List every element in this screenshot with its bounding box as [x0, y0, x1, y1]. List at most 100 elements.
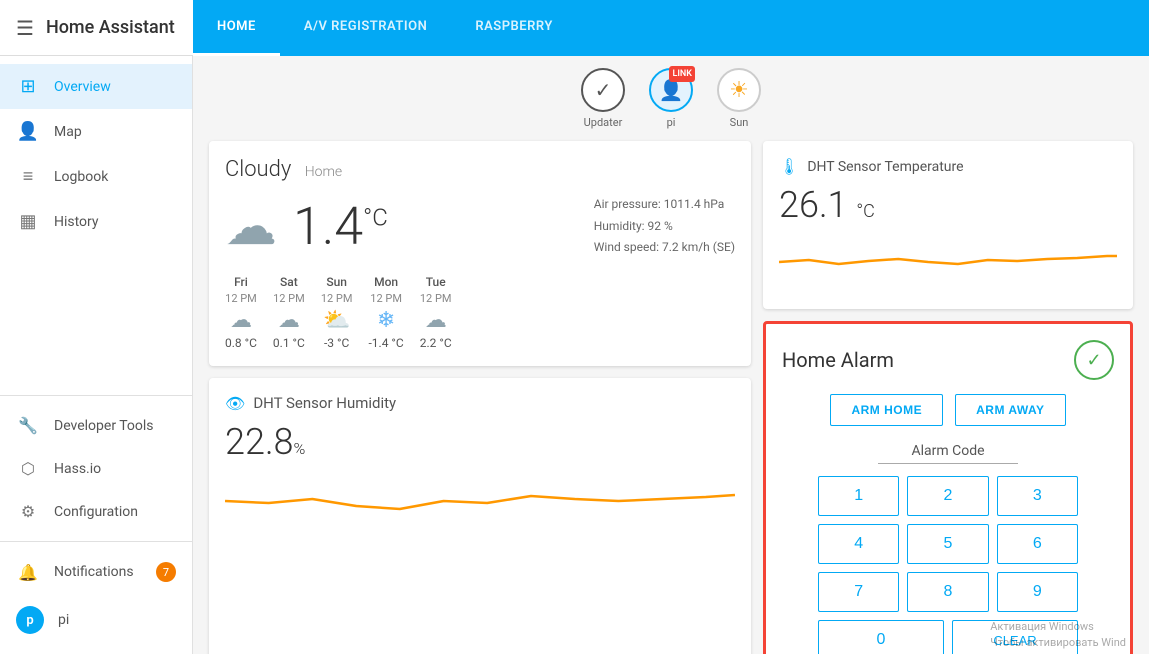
tab-home[interactable]: HOME [193, 0, 280, 56]
forecast-time-fri: 12 PM [225, 292, 257, 305]
key-8[interactable]: 8 [907, 572, 988, 612]
updater-icon-circle[interactable]: ✓ [581, 68, 625, 112]
key-clear[interactable]: CLEAR [952, 620, 1078, 654]
wind-speed: Wind speed: 7.2 km/h (SE) [594, 237, 735, 259]
status-icons-row: ✓ Updater 👤 LINK pi ☀ Sun [209, 68, 1133, 129]
history-label: History [54, 214, 99, 230]
key-9[interactable]: 9 [997, 572, 1078, 612]
arm-away-button[interactable]: ARM AWAY [955, 394, 1065, 426]
temp-val: 26.1 [779, 184, 848, 226]
key-0[interactable]: 0 [818, 620, 944, 654]
humidity-header: 👁 DHT Sensor Humidity [225, 394, 735, 413]
temp-unit: °C [363, 204, 388, 232]
key-7[interactable]: 7 [818, 572, 899, 612]
alarm-code-row: Alarm Code [782, 440, 1114, 464]
forecast-tue: Tue 12 PM ☁ 2.2 °C [420, 275, 452, 350]
forecast-day-tue: Tue [426, 275, 446, 289]
temperature-chart [779, 234, 1117, 289]
avatar: p [16, 606, 44, 634]
cloud-fri-icon: ☁ [230, 308, 252, 333]
overview-label: Overview [54, 79, 111, 95]
cloud-mon-icon: ❄ [377, 308, 395, 333]
weather-card: Cloudy Home ☁ 1.4°C Air pressure: 1011.4… [209, 141, 751, 366]
sidebar-item-notifications[interactable]: 🔔 Notifications 7 [0, 550, 192, 594]
sidebar: ⊞ Overview 👤 Map ≡ Logbook ▦ History 🔧 D… [0, 56, 193, 654]
logbook-label: Logbook [54, 169, 108, 185]
pi-label: pi [58, 612, 69, 628]
hass-io-label: Hass.io [54, 461, 101, 477]
forecast-day-sat: Sat [280, 275, 298, 289]
alarm-keypad-bottom: 0 CLEAR [818, 620, 1078, 654]
key-6[interactable]: 6 [997, 524, 1078, 564]
right-column: 🌡 DHT Sensor Temperature 26.1 °C Home Al… [763, 141, 1133, 654]
wrench-icon: 🔧 [16, 416, 40, 435]
forecast-time-sun: 12 PM [321, 292, 353, 305]
pi-icon-circle[interactable]: 👤 LINK [649, 68, 693, 112]
alarm-card: Home Alarm ✓ ARM HOME ARM AWAY Alarm Cod… [763, 321, 1133, 654]
weather-main-row: ☁ 1.4°C Air pressure: 1011.4 hPa Humidit… [225, 194, 735, 259]
pi-status-label: pi [667, 116, 676, 129]
hamburger-icon[interactable]: ☰ [16, 16, 34, 40]
forecast-time-tue: 12 PM [420, 292, 452, 305]
humidity-unit: % [294, 439, 306, 458]
forecast-day-sun: Sun [326, 275, 347, 289]
sidebar-nav: ⊞ Overview 👤 Map ≡ Logbook ▦ History [0, 56, 192, 395]
weather-location: Home [305, 164, 342, 180]
forecast-temp-sat: 0.1 °C [273, 336, 305, 350]
main-layout: ⊞ Overview 👤 Map ≡ Logbook ▦ History 🔧 D… [0, 56, 1149, 654]
sidebar-item-map[interactable]: 👤 Map [0, 109, 192, 154]
alarm-buttons-row: ARM HOME ARM AWAY [782, 394, 1114, 426]
tab-raspberry[interactable]: RASPBERRY [451, 0, 577, 56]
main-content: ✓ Updater 👤 LINK pi ☀ Sun [193, 56, 1149, 654]
sun-icon-circle[interactable]: ☀ [717, 68, 761, 112]
forecast-time-sat: 12 PM [273, 292, 305, 305]
temp-unit-label: °C [856, 201, 875, 222]
weather-condition: Cloudy [225, 157, 291, 182]
sidebar-item-pi[interactable]: p pi [0, 594, 192, 646]
sidebar-item-hass-io[interactable]: ⬡ Hass.io [0, 447, 192, 490]
cloud-sun-icon: ⛅ [323, 308, 350, 333]
air-pressure: Air pressure: 1011.4 hPa [594, 194, 735, 216]
hass-icon: ⬡ [16, 459, 40, 478]
forecast-mon: Mon 12 PM ❄ -1.4 °C [368, 275, 403, 350]
weather-temp: 1.4°C [293, 196, 388, 257]
alarm-keypad: 1 2 3 4 5 6 7 8 9 [818, 476, 1078, 612]
sidebar-item-logbook[interactable]: ≡ Logbook [0, 154, 192, 199]
key-5[interactable]: 5 [907, 524, 988, 564]
forecast-temp-sun: -3 °C [324, 336, 349, 350]
sidebar-footer: 🔔 Notifications 7 p pi [0, 541, 192, 654]
humidity-detail: Humidity: 92 % [594, 216, 735, 238]
map-label: Map [54, 124, 82, 140]
sidebar-item-history[interactable]: ▦ History [0, 199, 192, 244]
forecast-day-mon: Mon [374, 275, 398, 289]
weather-header: Cloudy Home [225, 157, 735, 182]
sun-status: ☀ Sun [717, 68, 761, 129]
key-1[interactable]: 1 [818, 476, 899, 516]
temp-header: 🌡 DHT Sensor Temperature [779, 157, 1117, 176]
alarm-code-label: Alarm Code [878, 443, 1018, 464]
temperature-card: 🌡 DHT Sensor Temperature 26.1 °C [763, 141, 1133, 309]
configuration-label: Configuration [54, 504, 138, 520]
key-3[interactable]: 3 [997, 476, 1078, 516]
key-4[interactable]: 4 [818, 524, 899, 564]
weather-forecast: Fri 12 PM ☁ 0.8 °C Sat 12 PM ☁ 0.1 °C [225, 275, 735, 350]
humidity-title: DHT Sensor Humidity [253, 394, 396, 412]
humidity-chart [225, 471, 735, 526]
sidebar-middle: 🔧 Developer Tools ⬡ Hass.io ⚙ Configurat… [0, 395, 192, 541]
cloud-icon: ☁ [225, 196, 277, 257]
tab-av-registration[interactable]: A/V REGISTRATION [280, 0, 451, 56]
key-2[interactable]: 2 [907, 476, 988, 516]
notification-badge: 7 [156, 562, 176, 582]
forecast-temp-mon: -1.4 °C [368, 336, 403, 350]
alarm-status-icon[interactable]: ✓ [1074, 340, 1114, 380]
map-icon: 👤 [16, 121, 40, 142]
pi-badge: LINK [669, 66, 695, 82]
temp-value: 1.4 [293, 196, 363, 257]
sidebar-item-configuration[interactable]: ⚙ Configuration [0, 490, 192, 533]
arm-home-button[interactable]: ARM HOME [830, 394, 943, 426]
forecast-sat: Sat 12 PM ☁ 0.1 °C [273, 275, 305, 350]
bell-icon: 🔔 [16, 563, 40, 582]
sidebar-item-overview[interactable]: ⊞ Overview [0, 64, 192, 109]
sidebar-item-developer-tools[interactable]: 🔧 Developer Tools [0, 404, 192, 447]
forecast-temp-fri: 0.8 °C [225, 336, 257, 350]
